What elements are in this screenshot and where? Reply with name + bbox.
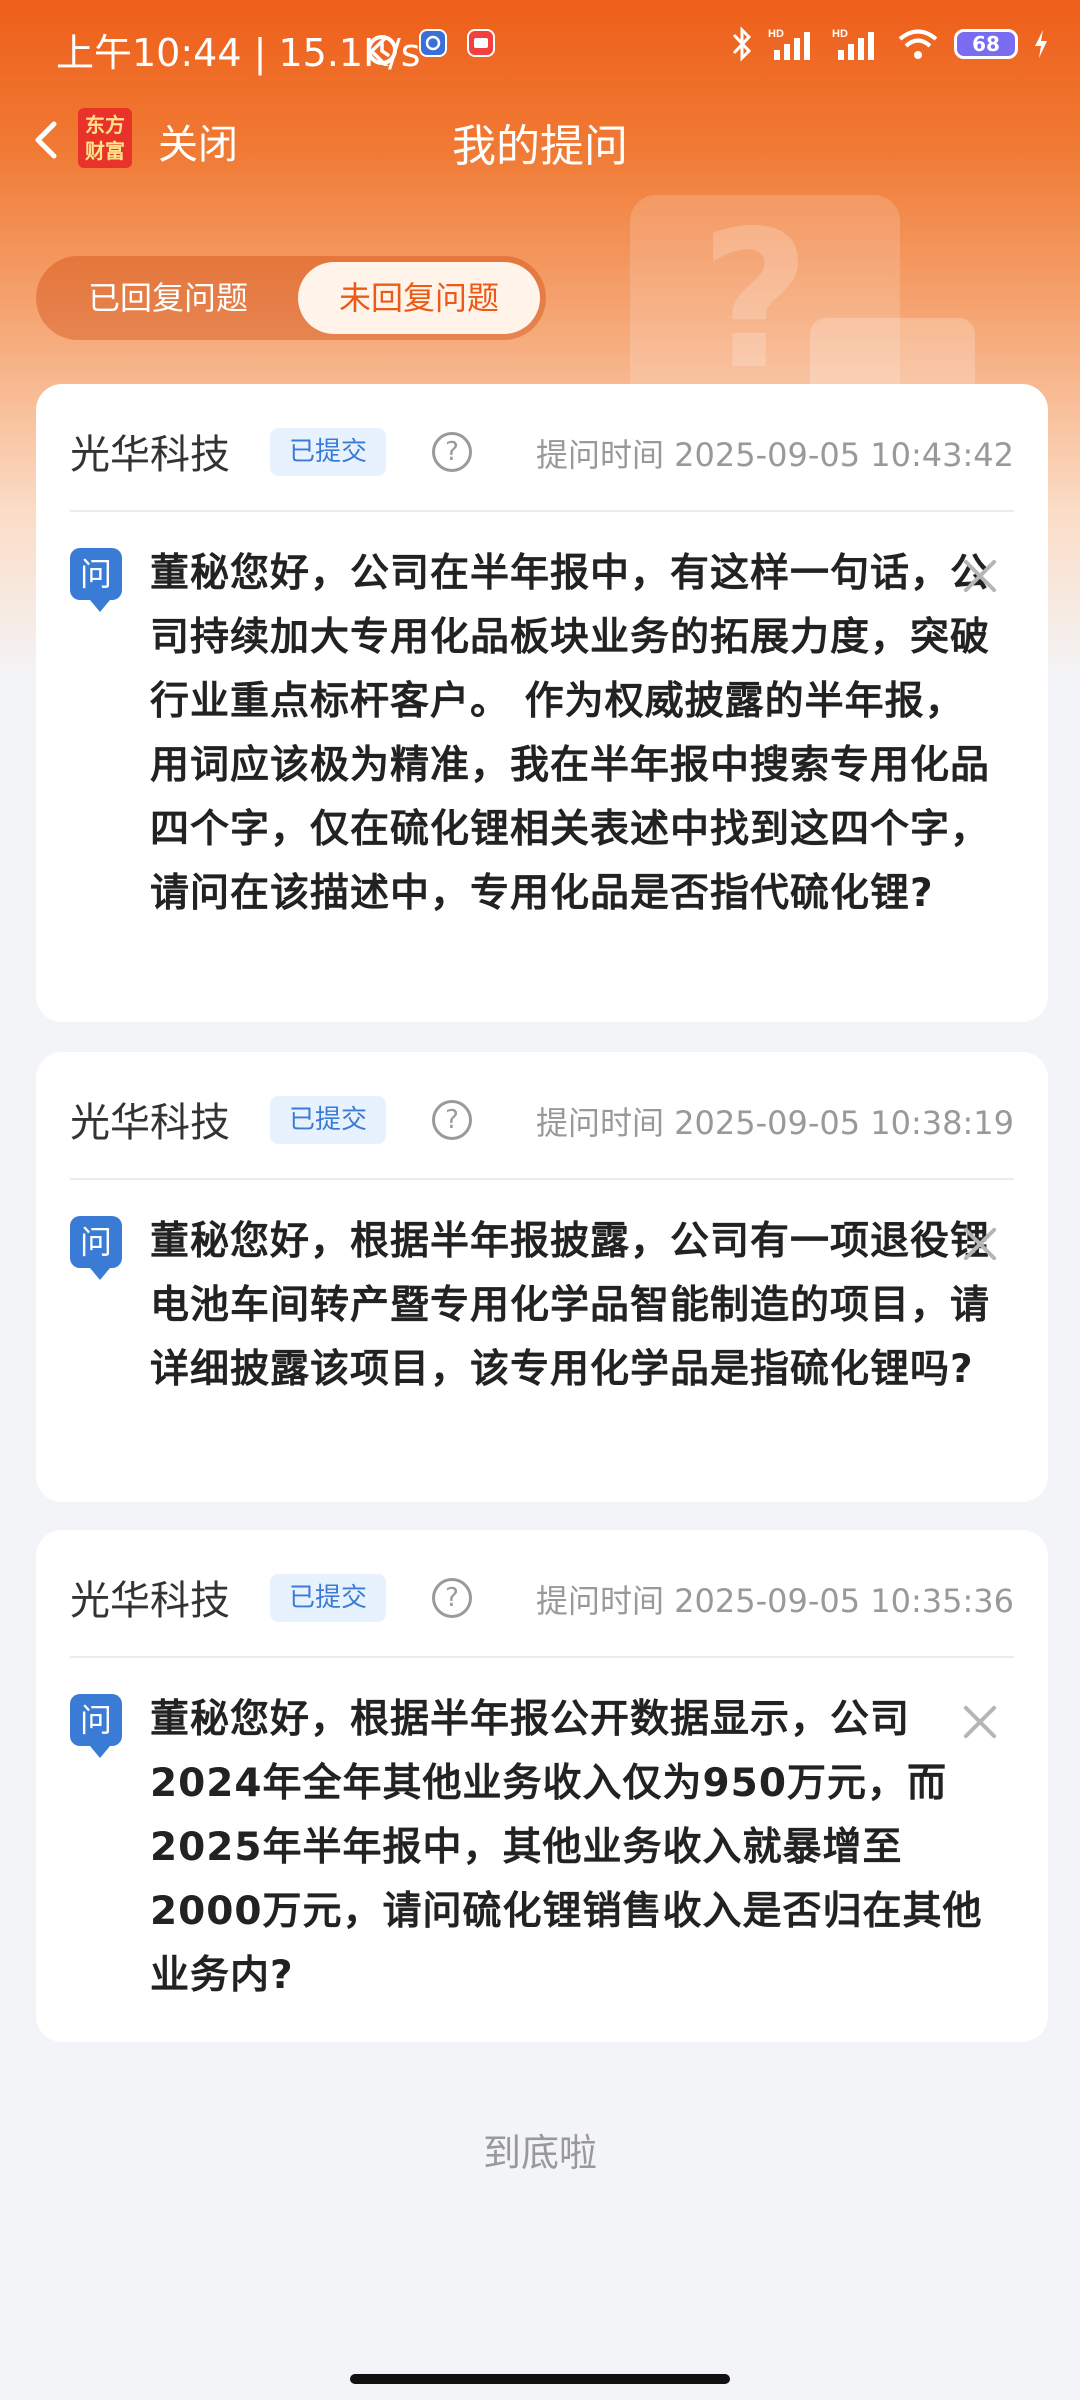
tab-answered[interactable]: 已回复问题: [42, 262, 294, 334]
status-bar: 上午10:44 | 15.1K/s HD HD 68: [0, 0, 1080, 96]
home-indicator[interactable]: [350, 2374, 730, 2384]
close-icon[interactable]: [960, 1222, 1000, 1262]
status-badge: 已提交: [270, 1574, 386, 1622]
company-name[interactable]: 光华科技: [70, 422, 230, 480]
svg-text:HD: HD: [768, 28, 784, 40]
bluetooth-icon: [732, 26, 752, 62]
card-header: 光华科技 已提交 ? 提问时间 2025-09-05 10:38:19: [70, 1052, 1014, 1180]
battery-level: 68: [972, 32, 1000, 56]
question-text: 董秘您好，根据半年报披露，公司有一项退役锂电池车间转产暨专用化学品智能制造的项目…: [150, 1219, 991, 1392]
question-text: 董秘您好，根据半年报公开数据显示，公司2024年全年其他业务收入仅为950万元，…: [150, 1697, 983, 1998]
question-card: 光华科技 已提交 ? 提问时间 2025-09-05 10:35:36 问 董秘…: [36, 1530, 1048, 2042]
page-title: 我的提问: [452, 121, 628, 172]
wifi-icon: [898, 29, 938, 59]
time-value: 2025-09-05 10:35:36: [674, 1582, 1014, 1620]
time-label: 提问时间: [535, 1104, 664, 1142]
question-text: 董秘您好，公司在半年报中，有这样一句话，公司持续加大专用化品板块业务的拓展力度，…: [150, 551, 991, 916]
end-of-list-text: 到底啦: [482, 2131, 597, 2175]
question-time: 提问时间 2025-09-05 10:38:19: [536, 1098, 1014, 1144]
close-icon[interactable]: [960, 1700, 1000, 1740]
help-icon[interactable]: ?: [432, 1578, 472, 1618]
battery-indicator: 68: [954, 29, 1018, 59]
close-icon[interactable]: [960, 554, 1000, 594]
help-icon[interactable]: ?: [432, 432, 472, 472]
signal-icon: HD: [768, 28, 810, 60]
status-right-group: HD HD 68: [730, 24, 1050, 64]
question-icon: 问: [70, 1216, 122, 1280]
charging-icon: [1035, 30, 1047, 58]
time-value: 2025-09-05 10:43:42: [674, 436, 1014, 474]
question-tabs: 已回复问题 未回复问题: [36, 256, 546, 340]
company-name[interactable]: 光华科技: [70, 1090, 230, 1148]
time-label: 提问时间: [535, 1582, 664, 1620]
question-time: 提问时间 2025-09-05 10:43:42: [536, 430, 1014, 476]
time-label: 提问时间: [535, 436, 664, 474]
question-icon: 问: [70, 548, 122, 612]
question-icon: 问: [70, 1694, 122, 1758]
question-card: 光华科技 已提交 ? 提问时间 2025-09-05 10:38:19 问 董秘…: [36, 1052, 1048, 1502]
status-badge: 已提交: [270, 428, 386, 476]
question-card: 光华科技 已提交 ? 提问时间 2025-09-05 10:43:42 问 董秘…: [36, 384, 1048, 1022]
card-header: 光华科技 已提交 ? 提问时间 2025-09-05 10:35:36: [70, 1530, 1014, 1658]
signal-icon-2: HD: [832, 28, 874, 60]
app-notification-icon: [419, 29, 447, 57]
tab-unanswered[interactable]: 未回复问题: [298, 262, 540, 334]
svg-text:HD: HD: [832, 28, 848, 40]
app-notification-icon-2: [467, 29, 495, 57]
time-value: 2025-09-05 10:38:19: [674, 1104, 1014, 1142]
question-mark-decoration-icon: ?: [700, 190, 811, 411]
company-name[interactable]: 光华科技: [70, 1568, 230, 1626]
status-badge: 已提交: [270, 1096, 386, 1144]
question-time: 提问时间 2025-09-05 10:35:36: [536, 1576, 1014, 1622]
help-icon[interactable]: ?: [432, 1100, 472, 1140]
top-nav: 东方财富 关闭 我的提问: [0, 100, 1080, 180]
card-header: 光华科技 已提交 ? 提问时间 2025-09-05 10:43:42: [70, 384, 1014, 512]
alarm-icon: [367, 35, 397, 65]
